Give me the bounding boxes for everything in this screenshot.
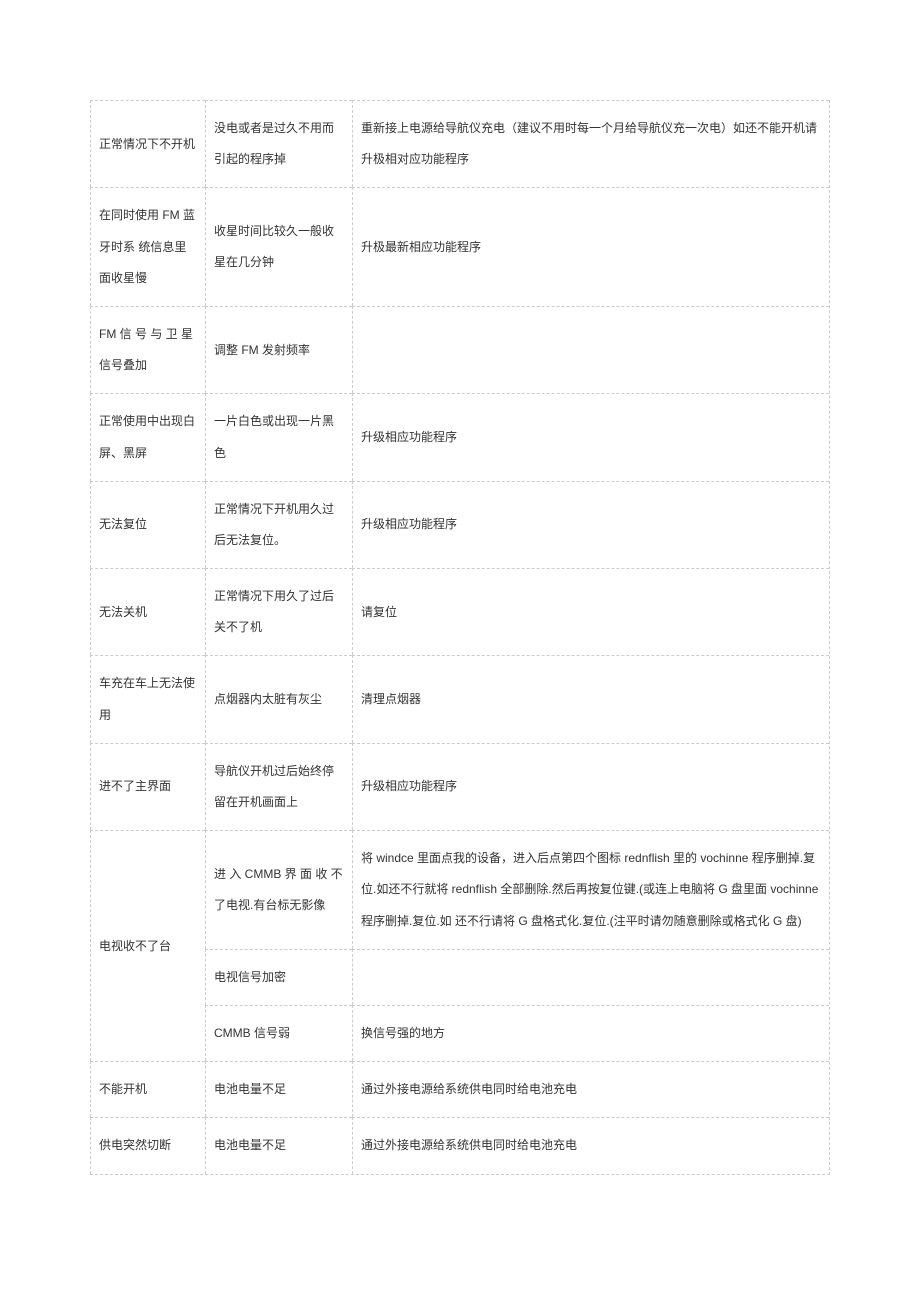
solution-cell: 升级相应功能程序 [352,393,829,480]
cause-cell: 点烟器内太脏有灰尘 [205,655,352,742]
cause-cell: 正常情况下开机用久过后无法复位。 [205,481,352,568]
solution-cell: 请复位 [352,568,829,655]
cause-cell: CMMB 信号弱 [205,1005,352,1061]
table-row: 供电突然切断 电池电量不足 通过外接电源给系统供电同时给电池充电 [90,1117,829,1173]
solution-cell: 通过外接电源给系统供电同时给电池充电 [352,1117,829,1173]
cause-cell: 收星时间比较久一般收星在几分钟 [205,187,352,306]
cause-cell: 电池电量不足 [205,1061,352,1117]
problem-cell: 在同时使用 FM 蓝牙时系 统信息里面收星慢 [90,187,205,306]
table-row: 无法关机 正常情况下用久了过后关不了机 请复位 [90,568,829,655]
solution-cell: 清理点烟器 [352,655,829,742]
problem-cell: 不能开机 [90,1061,205,1117]
table-row: 无法复位 正常情况下开机用久过后无法复位。 升级相应功能程序 [90,481,829,568]
table-row: 电视收不了台 进 入 CMMB 界 面 收 不了电视.有台标无影像 将 wind… [90,830,829,949]
table-row: 正常使用中出现白屏、黑屏 一片白色或出现一片黑色 升级相应功能程序 [90,393,829,480]
table-row: 在同时使用 FM 蓝牙时系 统信息里面收星慢 收星时间比较久一般收星在几分钟 升… [90,187,829,306]
cause-cell: 没电或者是过久不用而引起的程序掉 [205,100,352,187]
problem-cell: 正常使用中出现白屏、黑屏 [90,393,205,480]
table-row: 进不了主界面 导航仪开机过后始终停留在开机画面上 升级相应功能程序 [90,743,829,830]
solution-cell: 通过外接电源给系统供电同时给电池充电 [352,1061,829,1117]
cause-cell: 正常情况下用久了过后关不了机 [205,568,352,655]
table-row: 正常情况下不开机 没电或者是过久不用而引起的程序掉 重新接上电源给导航仪充电（建… [90,100,829,187]
problem-cell: 车充在车上无法使用 [90,655,205,742]
cause-cell: 导航仪开机过后始终停留在开机画面上 [205,743,352,830]
solution-cell: 升极最新相应功能程序 [352,187,829,306]
cause-cell: 电视信号加密 [205,949,352,1005]
problem-cell: 电视收不了台 [90,830,205,1061]
problem-cell: 正常情况下不开机 [90,100,205,187]
problem-cell: FM 信 号 与 卫 星信号叠加 [90,306,205,393]
solution-cell: 换信号强的地方 [352,1005,829,1061]
problem-cell: 供电突然切断 [90,1117,205,1173]
solution-cell [352,306,829,393]
table-row: FM 信 号 与 卫 星信号叠加 调整 FM 发射频率 [90,306,829,393]
cause-cell: 进 入 CMMB 界 面 收 不了电视.有台标无影像 [205,830,352,949]
cause-cell: 电池电量不足 [205,1117,352,1173]
cause-cell: 一片白色或出现一片黑色 [205,393,352,480]
solution-cell: 重新接上电源给导航仪充电（建议不用时每一个月给导航仪充一次电）如还不能开机请升极… [352,100,829,187]
solution-cell: 将 windce 里面点我的设备，进入后点第四个图标 rednflish 里的 … [352,830,829,949]
table-row: 不能开机 电池电量不足 通过外接电源给系统供电同时给电池充电 [90,1061,829,1117]
solution-cell [352,949,829,1005]
solution-cell: 升级相应功能程序 [352,481,829,568]
problem-cell: 无法关机 [90,568,205,655]
table-row: 车充在车上无法使用 点烟器内太脏有灰尘 清理点烟器 [90,655,829,742]
solution-cell: 升级相应功能程序 [352,743,829,830]
problem-cell: 无法复位 [90,481,205,568]
problem-cell: 进不了主界面 [90,743,205,830]
cause-cell: 调整 FM 发射频率 [205,306,352,393]
troubleshooting-table: 正常情况下不开机 没电或者是过久不用而引起的程序掉 重新接上电源给导航仪充电（建… [90,100,830,1175]
